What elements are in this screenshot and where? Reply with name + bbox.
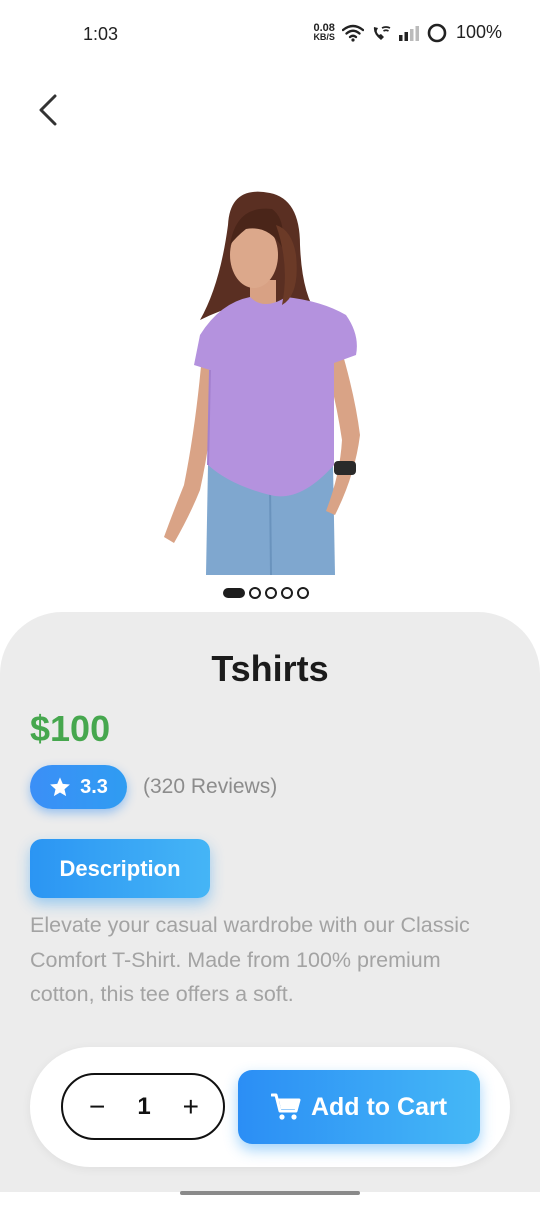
rating-badge: 3.3	[30, 765, 127, 809]
pager-dot[interactable]	[249, 587, 261, 599]
net-speed-unit: KB/S	[313, 31, 335, 42]
quantity-value: 1	[137, 1092, 151, 1120]
quantity-stepper: − 1 +	[61, 1073, 225, 1140]
decrement-button[interactable]: −	[89, 1092, 105, 1121]
signal-icon	[398, 25, 419, 41]
image-pager	[223, 587, 309, 599]
star-icon	[50, 777, 70, 797]
product-price: $100	[30, 708, 111, 749]
wifi-icon	[341, 24, 364, 42]
increment-button[interactable]: +	[183, 1092, 199, 1121]
review-count[interactable]: (320 Reviews)	[143, 775, 277, 799]
product-title: Tshirts	[211, 648, 329, 689]
status-time: 1:03	[83, 24, 119, 44]
add-to-cart-button[interactable]: Add to Cart	[238, 1070, 480, 1144]
battery-ring-icon	[427, 23, 447, 42]
wifi-call-icon	[373, 25, 391, 40]
product-detail-screen: 1:03 0.08 KB/S 100% Tshirts $100 3.3 (32…	[0, 0, 540, 1206]
chevron-left-icon	[39, 94, 57, 126]
home-indicator[interactable]	[180, 1191, 360, 1195]
pager-dot-active[interactable]	[223, 588, 245, 598]
product-image[interactable]	[150, 185, 390, 575]
back-button[interactable]	[26, 88, 70, 132]
description-tab-button[interactable]: Description	[30, 839, 210, 898]
pager-dot[interactable]	[265, 587, 277, 599]
status-icons: 0.08 KB/S 100%	[313, 22, 502, 43]
rating-value: 3.3	[80, 775, 108, 798]
product-description: Elevate your casual wardrobe with our Cl…	[30, 913, 470, 1006]
net-speed: 0.08 KB/S	[313, 22, 335, 42]
add-to-cart-label: Add to Cart	[310, 1092, 448, 1121]
status-bar: 1:03 0.08 KB/S 100%	[0, 0, 540, 70]
battery-percent: 100%	[455, 22, 502, 42]
pager-dot[interactable]	[281, 587, 293, 599]
shopping-cart-icon	[270, 1093, 301, 1120]
pager-dot[interactable]	[297, 587, 309, 599]
